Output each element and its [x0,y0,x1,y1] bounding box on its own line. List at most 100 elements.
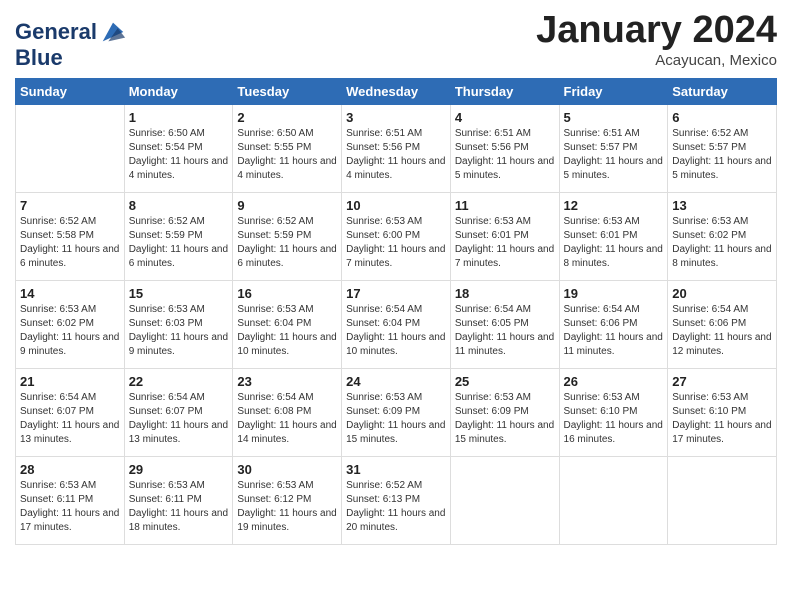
calendar-cell: 28 Sunrise: 6:53 AMSunset: 6:11 PMDayligh… [16,457,125,545]
day-number: 31 [346,462,446,477]
calendar-cell [450,457,559,545]
cell-info: Sunrise: 6:54 AMSunset: 6:06 PMDaylight:… [672,303,772,359]
day-number: 3 [346,110,446,125]
calendar-cell: 2 Sunrise: 6:50 AMSunset: 5:55 PMDaylight… [233,105,342,193]
cell-info: Sunrise: 6:53 AMSunset: 6:04 PMDaylight:… [237,303,337,359]
calendar-week-row: 28 Sunrise: 6:53 AMSunset: 6:11 PMDayligh… [16,457,777,545]
cell-info: Sunrise: 6:53 AMSunset: 6:02 PMDaylight:… [672,215,772,271]
day-number: 20 [672,286,772,301]
day-number: 18 [455,286,555,301]
calendar-cell: 4Sunrise: 6:51 AMSunset: 5:56 PMDaylight… [450,105,559,193]
calendar-cell: 7 Sunrise: 6:52 AMSunset: 5:58 PMDaylight… [16,193,125,281]
calendar-cell: 23 Sunrise: 6:54 AMSunset: 6:08 PMDayligh… [233,369,342,457]
cell-info: Sunrise: 6:52 AMSunset: 5:57 PMDaylight:… [672,127,772,183]
calendar-cell: 1 Sunrise: 6:50 AMSunset: 5:54 PMDaylight… [124,105,233,193]
day-number: 7 [20,198,120,213]
calendar-cell: 21 Sunrise: 6:54 AMSunset: 6:07 PMDayligh… [16,369,125,457]
day-number: 10 [346,198,446,213]
calendar-cell: 13 Sunrise: 6:53 AMSunset: 6:02 PMDayligh… [668,193,777,281]
calendar-cell [16,105,125,193]
calendar-cell: 9 Sunrise: 6:52 AMSunset: 5:59 PMDaylight… [233,193,342,281]
day-number: 22 [129,374,229,389]
calendar-cell: 14Sunrise: 6:53 AMSunset: 6:02 PMDayligh… [16,281,125,369]
day-number: 6 [672,110,772,125]
calendar-cell: 30Sunrise: 6:53 AMSunset: 6:12 PMDayligh… [233,457,342,545]
cell-info: Sunrise: 6:54 AMSunset: 6:04 PMDaylight:… [346,303,446,359]
calendar-cell: 10 Sunrise: 6:53 AMSunset: 6:00 PMDayligh… [342,193,451,281]
calendar-week-row: 1 Sunrise: 6:50 AMSunset: 5:54 PMDaylight… [16,105,777,193]
calendar-cell: 3 Sunrise: 6:51 AMSunset: 5:56 PMDaylight… [342,105,451,193]
calendar-week-row: 7 Sunrise: 6:52 AMSunset: 5:58 PMDaylight… [16,193,777,281]
logo: General Blue [15,18,127,70]
day-number: 23 [237,374,337,389]
calendar-week-row: 21 Sunrise: 6:54 AMSunset: 6:07 PMDayligh… [16,369,777,457]
day-number: 27 [672,374,772,389]
calendar-cell: 8Sunrise: 6:52 AMSunset: 5:59 PMDaylight… [124,193,233,281]
day-number: 28 [20,462,120,477]
cell-info: Sunrise: 6:54 AMSunset: 6:06 PMDaylight:… [564,303,664,359]
header-day-saturday: Saturday [668,79,777,105]
calendar-cell: 6 Sunrise: 6:52 AMSunset: 5:57 PMDaylight… [668,105,777,193]
calendar-cell: 22 Sunrise: 6:54 AMSunset: 6:07 PMDayligh… [124,369,233,457]
day-number: 29 [129,462,229,477]
cell-info: Sunrise: 6:53 AMSunset: 6:09 PMDaylight:… [455,391,555,447]
calendar-cell: 29Sunrise: 6:53 AMSunset: 6:11 PMDayligh… [124,457,233,545]
cell-info: Sunrise: 6:51 AMSunset: 5:56 PMDaylight:… [346,127,446,183]
day-number: 2 [237,110,337,125]
day-number: 21 [20,374,120,389]
day-number: 1 [129,110,229,125]
calendar-cell: 24 Sunrise: 6:53 AMSunset: 6:09 PMDayligh… [342,369,451,457]
cell-info: Sunrise: 6:52 AMSunset: 5:59 PMDaylight:… [237,215,337,271]
day-number: 13 [672,198,772,213]
header-day-monday: Monday [124,79,233,105]
day-number: 5 [564,110,664,125]
header-day-wednesday: Wednesday [342,79,451,105]
calendar-cell: 25 Sunrise: 6:53 AMSunset: 6:09 PMDayligh… [450,369,559,457]
cell-info: Sunrise: 6:53 AMSunset: 6:00 PMDaylight:… [346,215,446,271]
title-block: January 2024 Acayucan, Mexico [536,10,777,69]
cell-info: Sunrise: 6:52 AMSunset: 5:58 PMDaylight:… [20,215,120,271]
cell-info: Sunrise: 6:53 AMSunset: 6:09 PMDaylight:… [346,391,446,447]
cell-info: Sunrise: 6:54 AMSunset: 6:05 PMDaylight:… [455,303,555,359]
cell-info: Sunrise: 6:50 AMSunset: 5:54 PMDaylight:… [129,127,229,183]
calendar-cell: 20 Sunrise: 6:54 AMSunset: 6:06 PMDayligh… [668,281,777,369]
cell-info: Sunrise: 6:53 AMSunset: 6:01 PMDaylight:… [455,215,555,271]
calendar-cell: 16Sunrise: 6:53 AMSunset: 6:04 PMDayligh… [233,281,342,369]
cell-info: Sunrise: 6:53 AMSunset: 6:03 PMDaylight:… [129,303,229,359]
cell-info: Sunrise: 6:52 AMSunset: 6:13 PMDaylight:… [346,479,446,535]
calendar-header-row: SundayMondayTuesdayWednesdayThursdayFrid… [16,79,777,105]
cell-info: Sunrise: 6:54 AMSunset: 6:07 PMDaylight:… [129,391,229,447]
header-day-sunday: Sunday [16,79,125,105]
calendar-cell: 31 Sunrise: 6:52 AMSunset: 6:13 PMDayligh… [342,457,451,545]
cell-info: Sunrise: 6:53 AMSunset: 6:11 PMDaylight:… [20,479,120,535]
calendar-cell: 5 Sunrise: 6:51 AMSunset: 5:57 PMDaylight… [559,105,668,193]
cell-info: Sunrise: 6:53 AMSunset: 6:10 PMDaylight:… [564,391,664,447]
month-title: January 2024 [536,10,777,52]
cell-info: Sunrise: 6:52 AMSunset: 5:59 PMDaylight:… [129,215,229,271]
logo-text: General [15,20,97,44]
calendar-cell [559,457,668,545]
calendar-cell: 19 Sunrise: 6:54 AMSunset: 6:06 PMDayligh… [559,281,668,369]
calendar-cell [668,457,777,545]
cell-info: Sunrise: 6:51 AMSunset: 5:56 PMDaylight:… [455,127,555,183]
calendar-cell: 27 Sunrise: 6:53 AMSunset: 6:10 PMDayligh… [668,369,777,457]
day-number: 25 [455,374,555,389]
calendar-cell: 15 Sunrise: 6:53 AMSunset: 6:03 PMDayligh… [124,281,233,369]
logo-icon [99,18,127,46]
day-number: 19 [564,286,664,301]
page-header: General Blue January 2024 Acayucan, Mexi… [15,10,777,70]
cell-info: Sunrise: 6:53 AMSunset: 6:10 PMDaylight:… [672,391,772,447]
day-number: 9 [237,198,337,213]
calendar-cell: 17Sunrise: 6:54 AMSunset: 6:04 PMDayligh… [342,281,451,369]
day-number: 30 [237,462,337,477]
day-number: 24 [346,374,446,389]
day-number: 26 [564,374,664,389]
cell-info: Sunrise: 6:50 AMSunset: 5:55 PMDaylight:… [237,127,337,183]
cell-info: Sunrise: 6:54 AMSunset: 6:08 PMDaylight:… [237,391,337,447]
cell-info: Sunrise: 6:54 AMSunset: 6:07 PMDaylight:… [20,391,120,447]
calendar-cell: 12Sunrise: 6:53 AMSunset: 6:01 PMDayligh… [559,193,668,281]
calendar-cell: 18 Sunrise: 6:54 AMSunset: 6:05 PMDayligh… [450,281,559,369]
day-number: 15 [129,286,229,301]
cell-info: Sunrise: 6:51 AMSunset: 5:57 PMDaylight:… [564,127,664,183]
calendar-cell: 26 Sunrise: 6:53 AMSunset: 6:10 PMDayligh… [559,369,668,457]
